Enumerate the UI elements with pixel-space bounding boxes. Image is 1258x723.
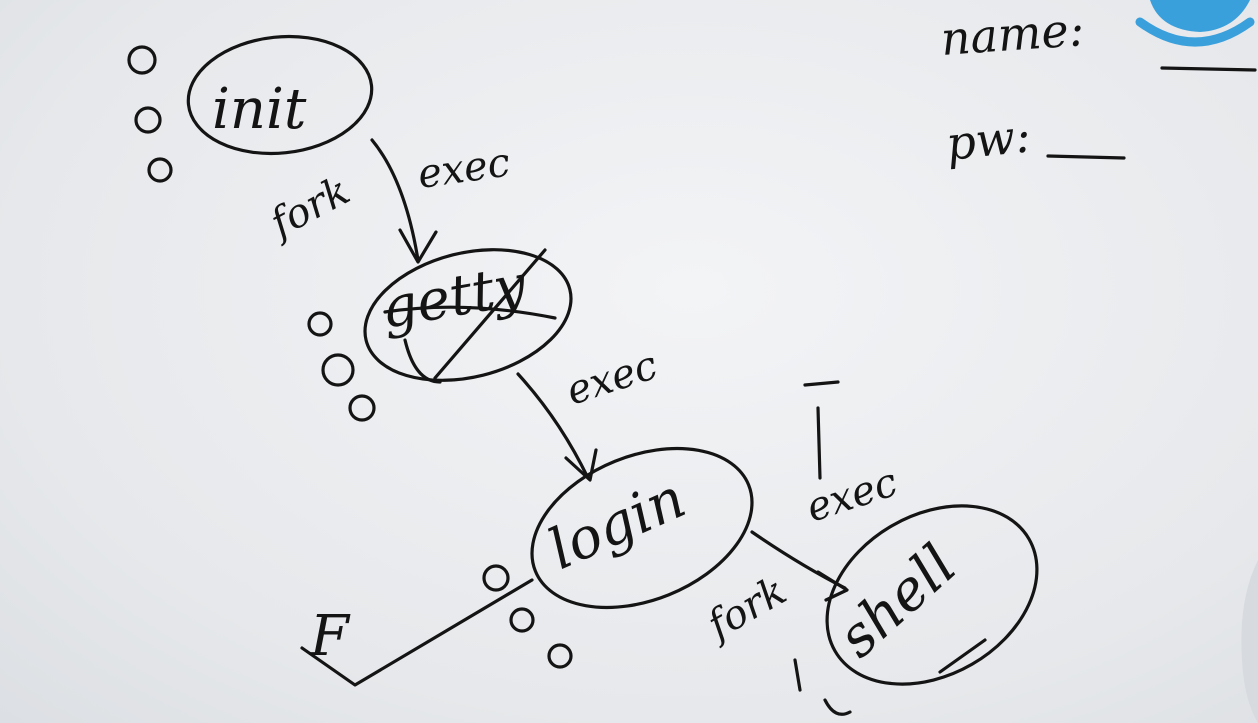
cursor-mark — [803, 380, 840, 480]
node-login-label: login — [539, 466, 695, 583]
state-dot — [321, 353, 355, 387]
scribble-mark — [793, 658, 852, 716]
state-dot — [134, 106, 162, 134]
state-dot — [547, 643, 573, 669]
state-dot — [509, 607, 535, 633]
state-dot — [147, 157, 173, 183]
underline-mark — [938, 638, 987, 674]
node-getty-label: getty — [376, 252, 532, 342]
state-dot — [307, 311, 333, 337]
edge-getty-login: exec — [516, 342, 663, 482]
form-pw-label: pw: — [944, 108, 1034, 171]
edge-login-shell-label-exec: exec — [801, 459, 903, 531]
edge-init-getty-arrow — [370, 138, 420, 262]
fail-branch-label: F — [309, 604, 351, 669]
edge-login-shell-label-fork: fork — [697, 568, 794, 650]
diagram-canvas: init fork exec getty exec login F fork e… — [127, 0, 1258, 723]
state-dot — [482, 564, 510, 592]
form-pw-blank — [1046, 154, 1126, 160]
edge-init-getty: fork exec — [260, 138, 513, 264]
fail-branch: F — [300, 578, 534, 687]
form-name-blank — [1160, 66, 1257, 72]
form-name-label: name: — [939, 2, 1086, 66]
node-init-label: init — [212, 77, 307, 142]
state-dot — [127, 45, 157, 75]
edge-init-getty-label-exec: exec — [415, 140, 513, 198]
node-init: init — [127, 34, 374, 183]
node-shell-label: shell — [826, 533, 969, 671]
presenter-edge — [1241, 560, 1258, 723]
whiteboard: init fork exec getty exec login F fork e… — [0, 0, 1258, 723]
edge-init-getty-label-fork: fork — [260, 168, 357, 249]
edge-getty-login-label-exec: exec — [561, 342, 663, 414]
logo-icon — [1135, 0, 1255, 47]
state-dot — [348, 394, 376, 422]
node-getty: getty — [307, 248, 573, 422]
